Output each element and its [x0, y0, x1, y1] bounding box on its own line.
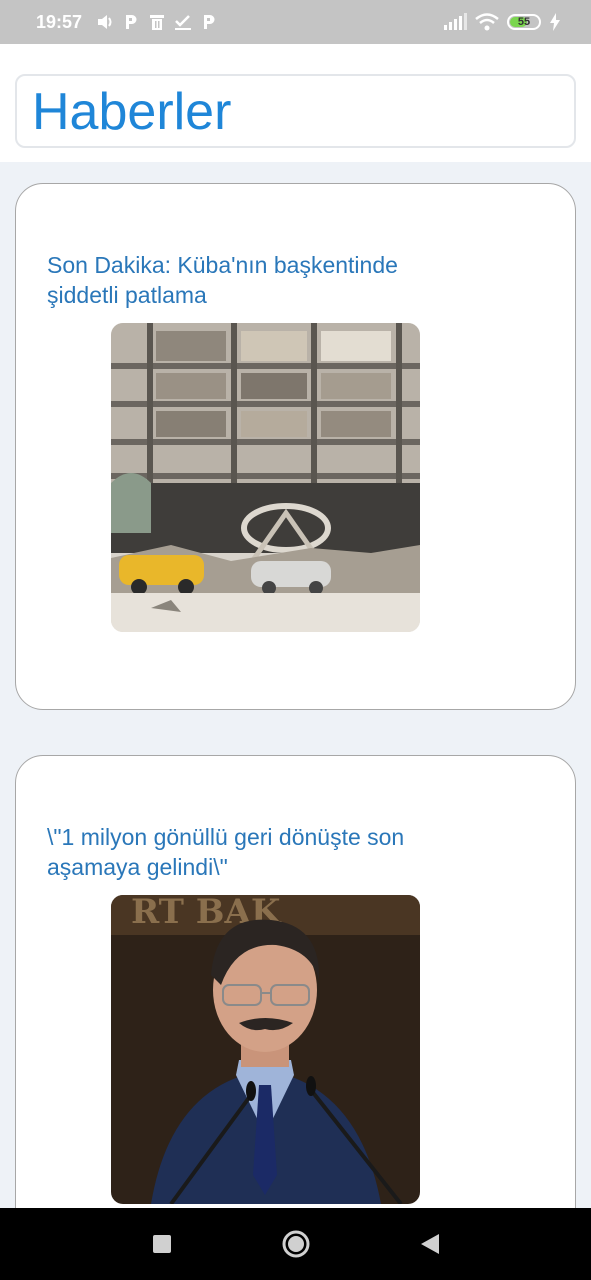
page-title: Haberler — [32, 83, 232, 141]
home-icon[interactable] — [279, 1227, 313, 1261]
battery-icon: 55 — [507, 14, 541, 30]
news-image-speaker[interactable]: RT BAK — [111, 895, 420, 1204]
volume-icon — [96, 13, 114, 31]
battery-level: 55 — [517, 16, 531, 28]
trash-icon — [148, 13, 166, 31]
news-card[interactable]: \"1 milyon gönüllü geri dönüşte son aşam… — [15, 755, 576, 1208]
check-icon — [174, 13, 192, 31]
parking-icon — [200, 13, 218, 31]
status-right: 55 — [443, 13, 561, 31]
status-time: 19:57 — [36, 11, 83, 32]
news-headline[interactable]: \"1 milyon gönüllü geri dönüşte son aşam… — [47, 822, 467, 882]
wifi-icon — [475, 13, 499, 31]
parking-icon — [122, 13, 140, 31]
news-feed[interactable]: Son Dakika: Küba'nın başkentinde şiddetl… — [0, 162, 591, 1208]
news-image-explosion[interactable] — [111, 323, 420, 632]
title-container: Haberler — [15, 74, 576, 148]
recent-apps-icon[interactable] — [145, 1227, 179, 1261]
navigation-bar — [0, 1208, 591, 1280]
app-header: Haberler — [0, 44, 591, 162]
news-headline[interactable]: Son Dakika: Küba'nın başkentinde şiddetl… — [47, 250, 467, 310]
back-icon[interactable] — [413, 1227, 447, 1261]
status-bar: 19:57 55 — [0, 0, 591, 44]
signal-icon — [443, 13, 467, 31]
charging-icon — [549, 13, 561, 31]
status-left: 19:57 — [36, 12, 218, 33]
news-card[interactable]: Son Dakika: Küba'nın başkentinde şiddetl… — [15, 183, 576, 710]
